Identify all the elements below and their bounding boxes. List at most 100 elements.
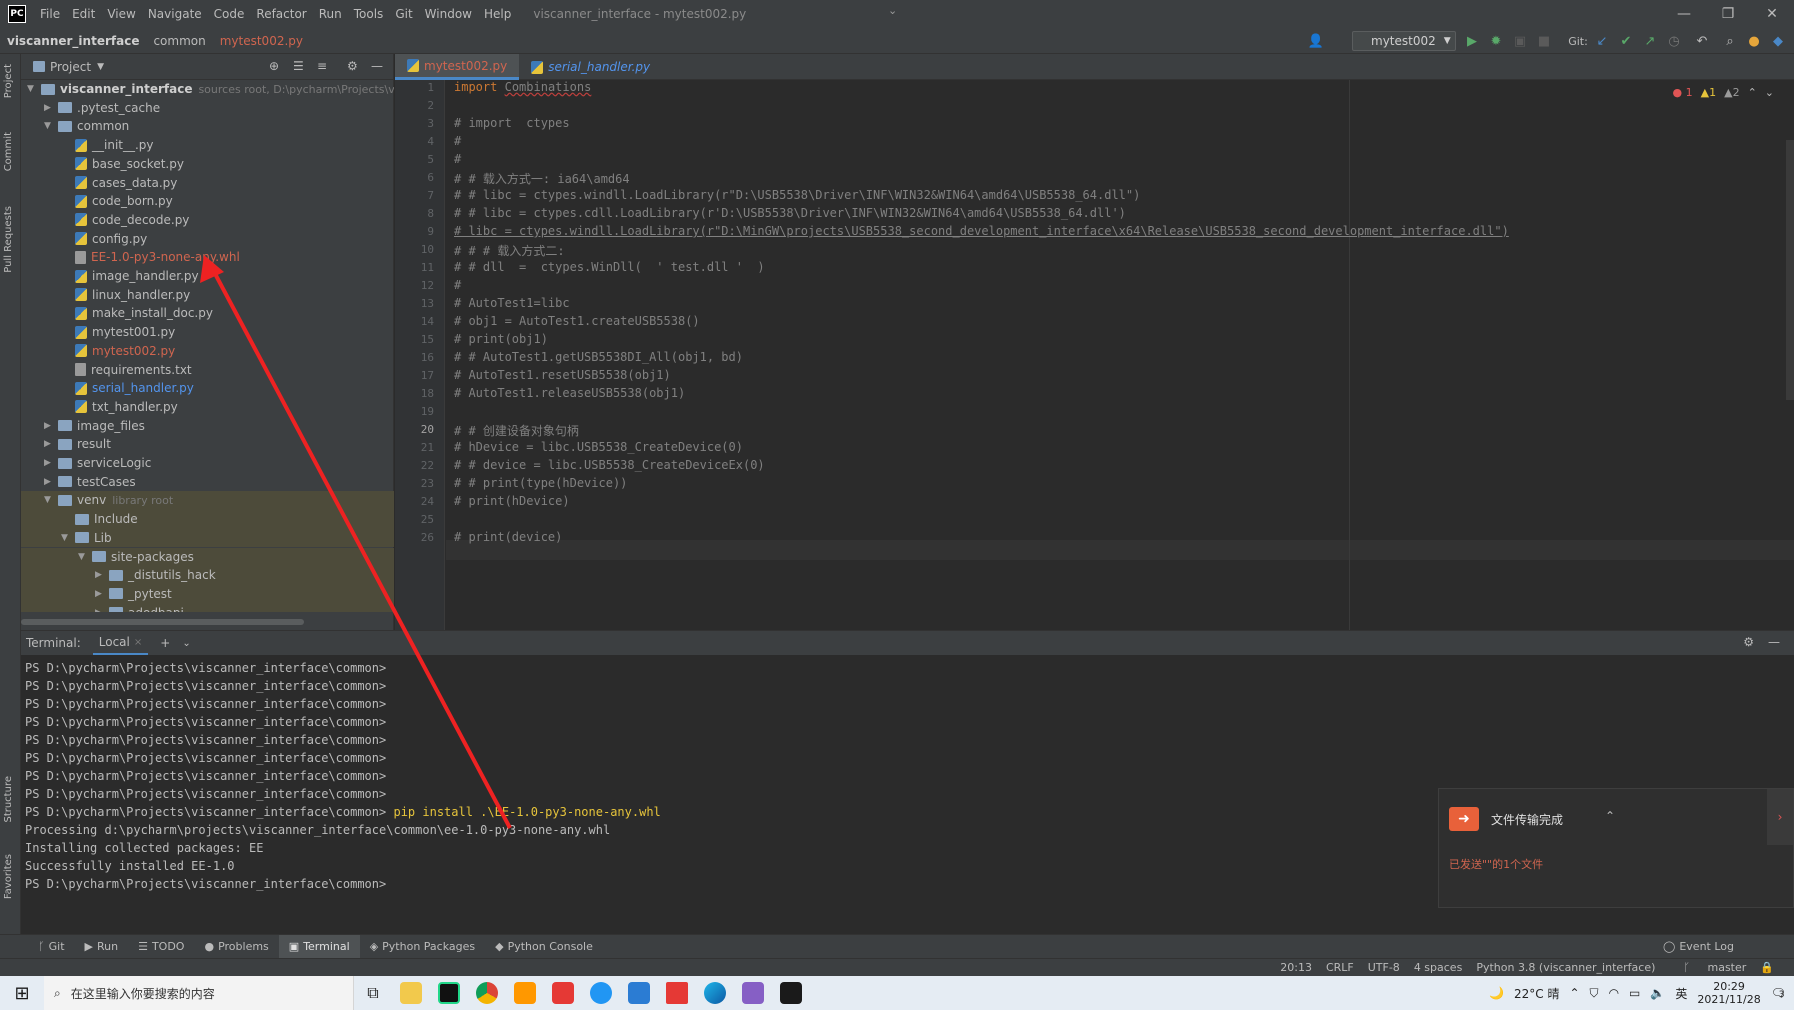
close-button[interactable]: ✕ [1750,0,1794,28]
add-terminal-icon[interactable]: + [160,636,170,650]
taskbar-app-edge[interactable] [696,976,734,1010]
taskbar-app-chrome[interactable] [468,976,506,1010]
history-icon[interactable]: ◷ [1666,33,1682,49]
tool-tab-favorites[interactable]: Favorites [3,854,14,899]
chevron-down-icon[interactable]: ▼ [44,495,58,505]
tree-item[interactable]: mytest001.py [61,323,175,341]
menu-window[interactable]: Window [419,7,478,21]
git-update-icon[interactable]: ↙ [1594,33,1610,49]
git-branch[interactable]: ᚴ master [1669,961,1746,974]
inspection-widget[interactable]: ● 1 ▲1 ▲2 ⌃ ⌄ [1673,86,1774,99]
menu-view[interactable]: View [101,7,141,21]
tool-tab-project[interactable]: Project [3,64,14,98]
menu-edit[interactable]: Edit [66,7,101,21]
coverage-icon[interactable]: ▣ [1512,33,1528,49]
tree-item[interactable]: make_install_doc.py [61,304,213,322]
chevron-up-icon[interactable]: ⌃ [1569,986,1579,1000]
expand-panel-icon[interactable]: › [1767,789,1793,845]
taskbar-search[interactable]: ⌕ 在这里输入你要搜索的内容 [44,976,354,1010]
tree-item[interactable]: image_handler.py [61,267,199,285]
tree-item[interactable]: code_decode.py [61,211,189,229]
chevron-right-icon[interactable]: ▶ [44,458,58,468]
rollback-icon[interactable]: ↶ [1694,33,1710,49]
taskbar-app-pycharm[interactable] [430,976,468,1010]
network-icon[interactable]: ▭ [1629,986,1640,1000]
notification-center[interactable]: 🗨 3 [1771,986,1786,1000]
tree-item[interactable]: ▶ _pytest [95,585,172,603]
chevron-right-icon[interactable]: ▶ [44,421,58,431]
tree-item[interactable]: __init__.py [61,136,154,154]
task-view-button[interactable]: ⧉ [354,976,392,1010]
taskbar-app-word[interactable] [620,976,658,1010]
taskbar-app-terminal[interactable] [772,976,810,1010]
line-separator[interactable]: CRLF [1326,961,1354,974]
lock-icon[interactable]: 🔒 [1760,961,1774,974]
menu-git[interactable]: Git [389,7,418,21]
tab-serial-handler[interactable]: serial_handler.py [519,54,662,80]
project-panel-title[interactable]: Project [50,60,91,74]
expand-all-icon[interactable]: ☰ [293,59,304,73]
tree-item[interactable]: ▼ site-packages [78,548,194,566]
horizontal-scrollbar[interactable] [21,619,304,625]
tree-item-root[interactable]: ▼ viscanner_interface sources root, D:\pyc… [27,80,394,98]
tree-item[interactable]: ▼ common [44,117,129,135]
tree-item[interactable]: ▼ Lib [61,529,112,547]
search-icon[interactable]: ⌕ [1722,33,1738,49]
dropdown-arrow-icon[interactable]: ▼ [97,62,104,72]
menu-navigate[interactable]: Navigate [142,7,208,21]
chevron-up-icon[interactable]: ⌃ [1748,86,1757,99]
tool-tab-python-console[interactable]: ◆ Python Console [485,940,603,953]
volume-icon[interactable]: 🔈 [1650,986,1665,1000]
taskbar-app-sublime[interactable] [506,976,544,1010]
user-icon[interactable]: 👤 [1308,33,1324,49]
jetbrains-icon[interactable]: ◆ [1770,33,1786,49]
file-encoding[interactable]: UTF-8 [1368,961,1400,974]
shield-icon[interactable]: ⛉ [1590,986,1599,1001]
tree-item[interactable]: ▶ adodbapi [95,604,184,612]
indent-setting[interactable]: 4 spaces [1414,961,1463,974]
breadcrumb-file[interactable]: mytest002.py [213,34,310,48]
stop-icon[interactable]: ■ [1536,33,1552,49]
taskbar-app-wps[interactable] [658,976,696,1010]
restore-button[interactable]: ❐ [1706,0,1750,28]
tool-tab-pull-requests[interactable]: Pull Requests [3,206,14,273]
taskbar-app-red[interactable] [544,976,582,1010]
debug-icon[interactable]: ✹ [1488,33,1504,49]
tree-item[interactable]: requirements.txt [61,361,192,379]
tree-item[interactable]: ▶ testCases [44,473,136,491]
tree-item[interactable]: ▶ serviceLogic [44,454,151,472]
tree-item[interactable]: code_born.py [61,192,173,210]
file-transfer-notification[interactable]: ➜ 文件传输完成 ⌃ 已发送""的1个文件 › [1438,788,1794,908]
tree-item[interactable]: cases_data.py [61,174,177,192]
chevron-right-icon[interactable]: ▶ [95,608,109,612]
taskbar-app-visual-studio[interactable] [734,976,772,1010]
wifi-icon[interactable]: ◠ [1609,986,1619,1000]
caret-position[interactable]: 20:13 [1280,961,1312,974]
collapse-all-icon[interactable]: ≡ [317,59,327,73]
chevron-right-icon[interactable]: ▶ [95,570,109,580]
chevron-down-icon[interactable]: ⌄ [1765,86,1774,99]
tool-tab-run[interactable]: ▶ Run [75,940,129,953]
tool-tab-structure[interactable]: Structure [3,776,14,823]
python-interpreter[interactable]: Python 3.8 (viscanner_interface) [1476,961,1655,974]
tree-item[interactable]: base_socket.py [61,155,184,173]
gear-icon[interactable]: ⚙ [347,59,358,73]
locate-icon[interactable]: ⊕ [269,59,279,73]
menu-tools[interactable]: Tools [348,7,390,21]
taskbar-app-chat[interactable] [582,976,620,1010]
menu-help[interactable]: Help [478,7,517,21]
tree-item[interactable]: ▶ .pytest_cache [44,99,160,117]
chevron-right-icon[interactable]: ▶ [44,439,58,449]
run-config-select[interactable]: mytest002 ▼ [1352,31,1456,51]
hide-panel-icon[interactable]: — [1768,635,1780,649]
windows-start-button[interactable]: ⊞ [0,976,44,1010]
vertical-scrollbar[interactable] [1786,140,1794,400]
breadcrumb-project[interactable]: viscanner_interface [0,34,146,48]
menu-code[interactable]: Code [208,7,251,21]
input-method[interactable]: 英 [1675,985,1687,1002]
chevron-down-icon[interactable]: ▼ [61,533,75,543]
chevron-down-icon[interactable]: ▼ [27,84,41,94]
weather[interactable]: 22°C 晴 [1514,985,1559,1002]
menu-refactor[interactable]: Refactor [250,7,312,21]
tool-tab-commit[interactable]: Commit [3,132,14,171]
